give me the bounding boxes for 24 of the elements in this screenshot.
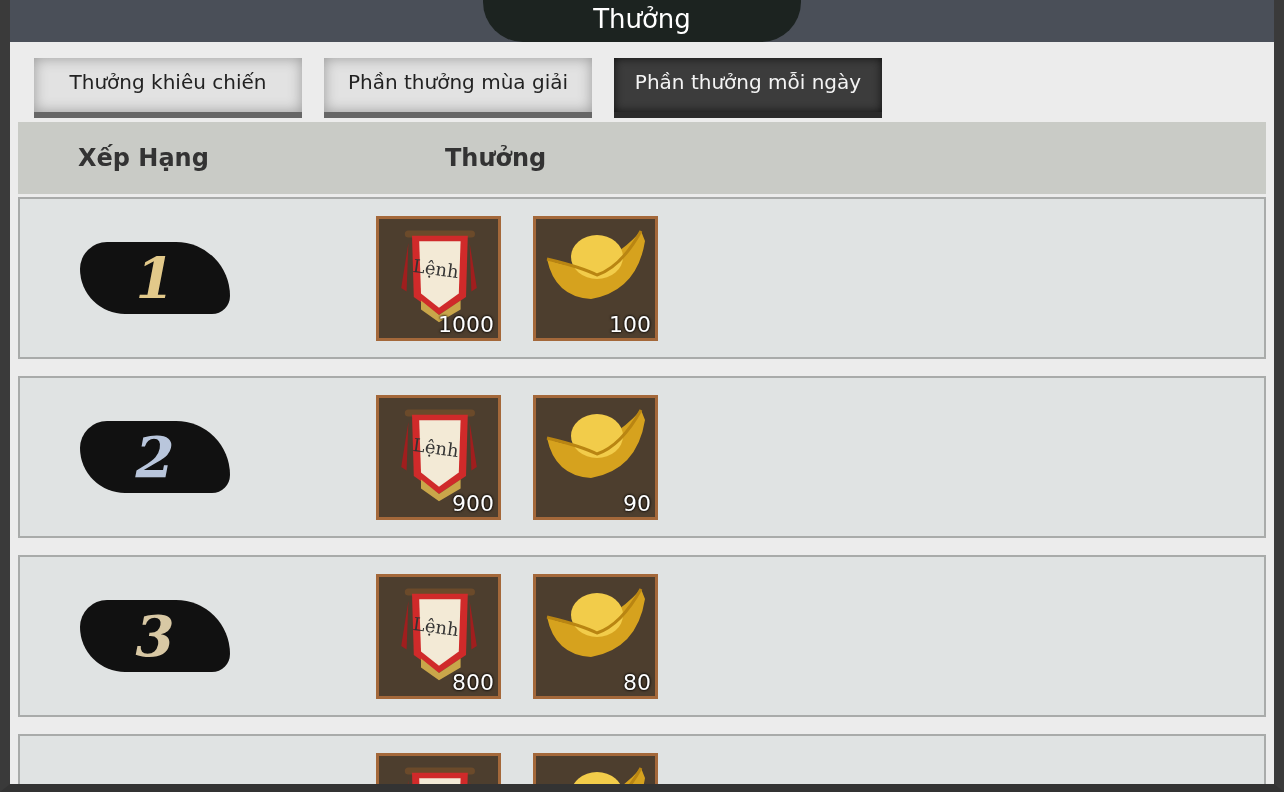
rank-number: 2 (135, 429, 175, 485)
banner-text: Lệnh (411, 432, 461, 463)
banner-item[interactable]: Lệnh 900 (376, 394, 501, 520)
banner-text: Lệnh (411, 611, 461, 642)
item-count: 800 (452, 671, 494, 696)
rank-number: 1 (135, 250, 175, 306)
window-title: Thưởng (483, 0, 801, 42)
item-count: 900 (452, 492, 494, 517)
ingot-item[interactable]: 90 (533, 394, 658, 520)
item-count: 80 (623, 671, 651, 696)
tab[interactable]: Phần thưởng mùa giải (324, 58, 592, 118)
banner-item[interactable]: Lệnh 1000 (376, 215, 501, 341)
tab[interactable]: Phần thưởng mỗi ngày (614, 58, 882, 118)
item-count: 100 (609, 313, 651, 338)
column-header: Xếp Hạng (77, 143, 210, 174)
item-count: 1000 (438, 313, 494, 338)
banner-text: Lệnh (411, 253, 461, 284)
rank-number: 3 (135, 608, 175, 664)
ingot-item[interactable]: 100 (533, 215, 658, 341)
banner-item[interactable]: Lệnh 800 (376, 573, 501, 699)
tab[interactable]: Thưởng khiêu chiến (34, 58, 302, 118)
ingot-item[interactable]: 80 (533, 573, 658, 699)
item-count: 90 (623, 492, 651, 517)
column-header: Thưởng (445, 143, 547, 174)
